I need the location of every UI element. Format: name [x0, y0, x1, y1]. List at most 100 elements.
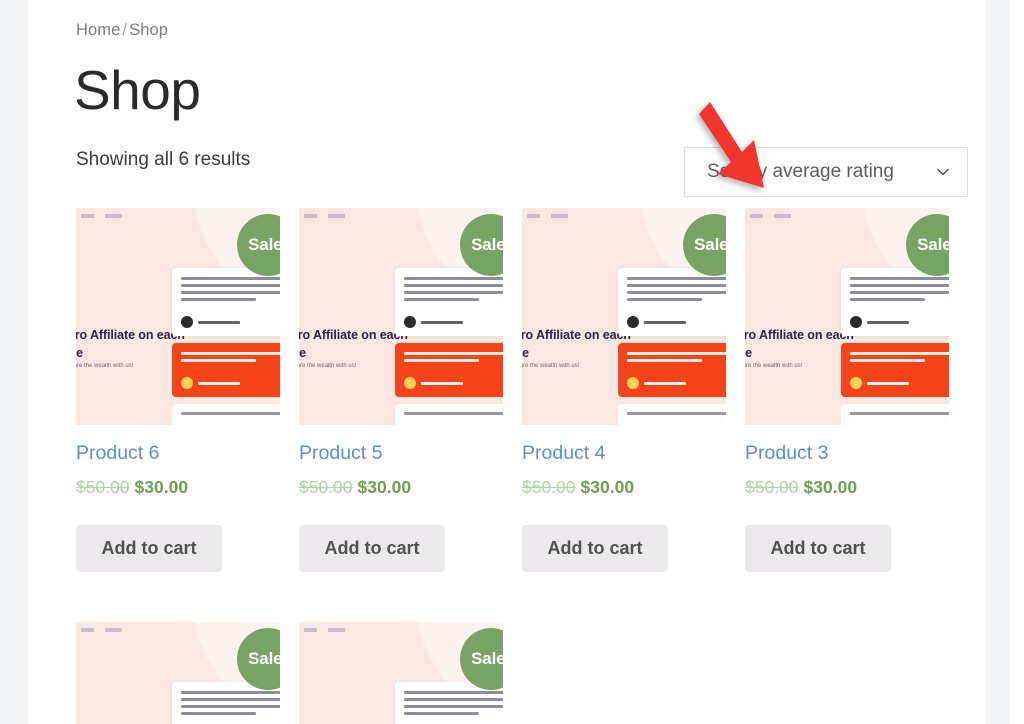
thumbnail-testimonial-white [172, 268, 280, 336]
avatar [404, 316, 416, 328]
thumbnail-author [627, 316, 686, 328]
product-price: $50.00 $30.00 [299, 477, 411, 498]
thumbnail-text-lines [627, 277, 726, 305]
price-sale: $30.00 [357, 477, 412, 497]
thumbnail-text-lines [181, 352, 280, 366]
thumbnail-nav-item [105, 628, 122, 632]
page-gutter-left [0, 0, 28, 724]
product-thumbnail[interactable]: Hero Affiliate on each sale I share the … [299, 208, 503, 425]
product-card[interactable]: Hero Affiliate on each sale I share the … [745, 208, 949, 572]
product-card[interactable]: Hero Affiliate on each sale I share the … [522, 208, 726, 572]
thumbnail-testimonial-orange [395, 343, 503, 397]
thumbnail-nav-item [304, 214, 317, 218]
avatar [404, 377, 416, 389]
product-thumbnail[interactable]: Hero Affiliate on each sale I share the … [76, 208, 280, 425]
price-original: $50.00 [76, 477, 130, 497]
thumbnail-text-lines [181, 277, 280, 305]
thumbnail-nav [304, 628, 345, 632]
thumbnail-testimonial-orange [172, 343, 280, 397]
breadcrumb-separator: / [122, 21, 128, 39]
product-price: $50.00 $30.00 [76, 477, 188, 498]
thumbnail-text-lines [404, 277, 503, 305]
product-card[interactable]: Hero Affiliate on each sale I share the … [76, 622, 280, 724]
thumbnail-text-lines [850, 412, 949, 419]
product-thumbnail[interactable]: Hero Affiliate on each sale I share the … [76, 622, 280, 724]
thumbnail-nav-item [105, 214, 122, 218]
breadcrumb-home[interactable]: Home [76, 21, 120, 39]
ordering-select[interactable]: Sort by average rating [684, 147, 968, 197]
avatar [181, 377, 193, 389]
browser-right-edge [1010, 0, 1024, 724]
thumbnail-text-lines [850, 277, 949, 305]
thumbnail-nav [750, 214, 791, 218]
thumbnail-nav-item [304, 628, 317, 632]
thumbnail-nav-item [328, 214, 345, 218]
author-name [644, 381, 686, 385]
thumbnail-testimonial-faint [618, 404, 726, 425]
product-title-link[interactable]: Product 5 [299, 442, 382, 465]
thumbnail-text-lines [181, 691, 280, 719]
thumbnail-nav-item [81, 628, 94, 632]
price-original: $50.00 [745, 477, 799, 497]
thumbnail-author [404, 316, 463, 328]
author-name [867, 381, 909, 385]
product-thumbnail[interactable]: Hero Affiliate on each sale I share the … [299, 622, 503, 724]
thumbnail-testimonial-faint [841, 404, 949, 425]
product-title-link[interactable]: Product 4 [522, 442, 605, 465]
avatar [627, 316, 639, 328]
page-title: Shop [74, 59, 201, 121]
result-count: Showing all 6 results [76, 149, 251, 170]
thumbnail-nav [527, 214, 568, 218]
thumbnail-author [850, 316, 909, 328]
add-to-cart-button[interactable]: Add to cart [76, 525, 222, 572]
thumbnail-nav-item [81, 214, 94, 218]
product-card[interactable]: Hero Affiliate on each sale I share the … [299, 622, 503, 724]
thumbnail-author [181, 316, 240, 328]
add-to-cart-button[interactable]: Add to cart [745, 525, 891, 572]
ordering-selected-label: Sort by average rating [707, 161, 894, 182]
browser-viewport: Home / Shop Shop Showing all 6 results Sor… [0, 0, 1024, 724]
thumbnail-text-lines [404, 691, 503, 719]
thumbnail-nav-item [527, 214, 540, 218]
product-card[interactable]: Hero Affiliate on each sale I share the … [299, 208, 503, 572]
product-thumbnail[interactable]: Hero Affiliate on each sale I share the … [522, 208, 726, 425]
thumbnail-nav [81, 214, 122, 218]
thumbnail-text-lines [627, 352, 726, 366]
thumbnail-author [850, 377, 909, 389]
thumbnail-testimonial-white [618, 268, 726, 336]
thumbnail-nav [81, 628, 122, 632]
thumbnail-nav [304, 214, 345, 218]
product-card[interactable]: Hero Affiliate on each sale I share the … [76, 208, 280, 572]
price-original: $50.00 [299, 477, 353, 497]
add-to-cart-button[interactable]: Add to cart [299, 525, 445, 572]
author-name [867, 320, 909, 324]
author-name [421, 320, 463, 324]
product-price: $50.00 $30.00 [522, 477, 634, 498]
thumbnail-author [627, 377, 686, 389]
price-sale: $30.00 [580, 477, 635, 497]
thumbnail-nav-item [774, 214, 791, 218]
avatar [850, 377, 862, 389]
price-original: $50.00 [522, 477, 576, 497]
product-title-link[interactable]: Product 3 [745, 442, 828, 465]
thumbnail-testimonial-white [395, 268, 503, 336]
thumbnail-testimonial-faint [395, 404, 503, 425]
chevron-down-icon [935, 164, 951, 180]
author-name [644, 320, 686, 324]
thumbnail-text-lines [181, 412, 280, 419]
thumbnail-text-lines [404, 412, 503, 419]
product-title-link[interactable]: Product 6 [76, 442, 159, 465]
price-sale: $30.00 [134, 477, 189, 497]
add-to-cart-button[interactable]: Add to cart [522, 525, 668, 572]
avatar [850, 316, 862, 328]
thumbnail-nav-item [750, 214, 763, 218]
breadcrumb-current: Shop [129, 21, 169, 39]
avatar [627, 377, 639, 389]
breadcrumb: Home / Shop [76, 21, 168, 40]
author-name [198, 320, 240, 324]
thumbnail-author [181, 377, 240, 389]
shop-page: Home / Shop Shop Showing all 6 results Sor… [28, 0, 986, 724]
product-thumbnail[interactable]: Hero Affiliate on each sale I share the … [745, 208, 949, 425]
thumbnail-testimonial-orange [618, 343, 726, 397]
thumbnail-testimonial-faint [172, 404, 280, 425]
